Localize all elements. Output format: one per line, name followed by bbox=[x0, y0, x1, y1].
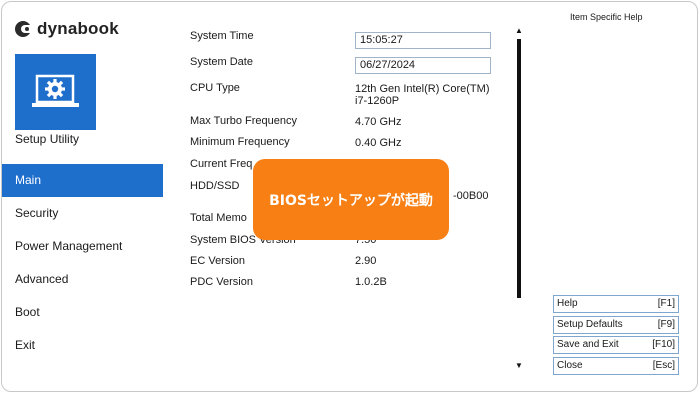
system-info-panel: System Time 15:05:27 System Date 06/27/2… bbox=[190, 2, 520, 302]
brand-name: dynabook bbox=[37, 19, 119, 38]
setup-defaults-label: Setup Defaults bbox=[557, 318, 623, 330]
setup-utility-label: Setup Utility bbox=[15, 132, 80, 146]
main-menu: Main Security Power Management Advanced … bbox=[2, 164, 163, 362]
current-freq-label: Current Freq bbox=[190, 158, 253, 170]
close-button[interactable]: Close [Esc] bbox=[553, 356, 679, 375]
close-label: Close bbox=[557, 359, 583, 371]
system-date-field[interactable]: 06/27/2024 bbox=[355, 57, 491, 74]
help-key-shortcut: [F1] bbox=[657, 298, 675, 309]
bios-window: dynabook Setup Utility Main Security Pow… bbox=[1, 1, 698, 392]
pdc-version-value: 1.0.2B bbox=[355, 276, 387, 288]
system-time-label: System Time bbox=[190, 30, 254, 42]
scroll-up-icon[interactable]: ▲ bbox=[515, 26, 523, 35]
menu-item-security[interactable]: Security bbox=[2, 197, 163, 230]
menu-item-boot[interactable]: Boot bbox=[2, 296, 163, 329]
ec-version-label: EC Version bbox=[190, 255, 246, 267]
scroll-down-icon[interactable]: ▼ bbox=[515, 361, 523, 370]
bios-launch-overlay: BIOSセットアップが起動 bbox=[253, 159, 449, 240]
setup-utility-tile bbox=[15, 54, 96, 130]
max-turbo-label: Max Turbo Frequency bbox=[190, 115, 297, 127]
system-time-field[interactable]: 15:05:27 bbox=[355, 32, 491, 49]
cpu-type-label: CPU Type bbox=[190, 82, 240, 94]
overlay-text: BIOSセットアップが起動 bbox=[269, 192, 433, 209]
hdd-ssd-label: HDD/SSD bbox=[190, 180, 240, 192]
save-and-exit-label: Save and Exit bbox=[557, 339, 619, 350]
pdc-version-label: PDC Version bbox=[190, 276, 253, 288]
scrollbar[interactable] bbox=[517, 39, 521, 298]
laptop-gear-icon bbox=[32, 74, 79, 107]
ec-version-value: 2.90 bbox=[355, 255, 377, 267]
menu-item-power-management[interactable]: Power Management bbox=[2, 230, 163, 263]
save-and-exit-shortcut: [F10] bbox=[652, 339, 675, 350]
brand-logo: dynabook bbox=[15, 19, 119, 39]
dynabook-logo-icon bbox=[15, 21, 31, 37]
help-key-button[interactable]: Help [F1] bbox=[553, 295, 679, 313]
help-key-label: Help bbox=[557, 298, 578, 309]
total-memory-label: Total Memo bbox=[190, 212, 247, 224]
close-shortcut: [Esc] bbox=[652, 359, 675, 371]
setup-defaults-shortcut: [F9] bbox=[657, 318, 675, 330]
key-legend: Help [F1] Setup Defaults [F9] Save and E… bbox=[553, 295, 679, 377]
hdd-ssd-value: -00B00 bbox=[453, 190, 489, 202]
menu-item-exit[interactable]: Exit bbox=[2, 329, 163, 362]
system-date-label: System Date bbox=[190, 56, 253, 68]
menu-item-advanced[interactable]: Advanced bbox=[2, 263, 163, 296]
setup-defaults-button[interactable]: Setup Defaults [F9] bbox=[553, 315, 679, 334]
save-and-exit-button[interactable]: Save and Exit [F10] bbox=[553, 336, 679, 354]
cpu-type-value-line2: i7-1260P bbox=[355, 95, 400, 107]
min-freq-label: Minimum Frequency bbox=[190, 136, 290, 148]
min-freq-value: 0.40 GHz bbox=[355, 137, 402, 149]
max-turbo-value: 4.70 GHz bbox=[355, 116, 402, 128]
item-specific-help-title: Item Specific Help bbox=[570, 12, 643, 22]
menu-item-main[interactable]: Main bbox=[2, 164, 163, 197]
